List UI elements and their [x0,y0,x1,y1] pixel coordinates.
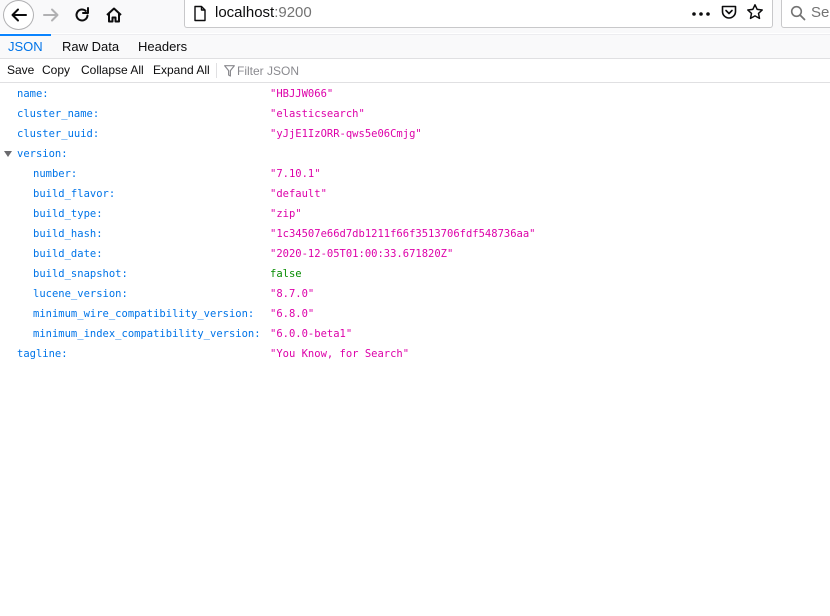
forward-arrow-icon [43,8,59,22]
json-key: number: [33,168,78,180]
json-key: build_flavor: [33,188,116,200]
json-row[interactable]: cluster_name: "elasticsearch" [0,104,830,124]
toolbar-divider [216,63,217,78]
json-tree: name: "HBJJW066" cluster_name: "elasticsear… [0,84,830,364]
browser-toolbar: localhost:9200 Search [0,0,830,33]
tab-headers[interactable]: Headers [138,35,187,59]
json-key: build_snapshot: [33,268,128,280]
json-row[interactable]: minimum_index_compatibility_version: "6.0… [0,324,830,344]
expand-twisty-icon[interactable] [4,151,12,157]
json-key: cluster_name: [17,108,100,120]
tab-json[interactable]: JSON [0,34,51,59]
json-row[interactable]: number: "7.10.1" [0,164,830,184]
json-value: false [270,268,302,280]
json-key: build_type: [33,208,103,220]
home-icon [106,7,122,23]
forward-button[interactable] [37,1,65,29]
json-row[interactable]: lucene_version: "8.7.0" [0,284,830,304]
json-value: "8.7.0" [270,288,315,300]
reload-button[interactable] [68,1,96,29]
json-key: minimum_index_compatibility_version: [33,328,261,340]
search-placeholder: Search [811,4,830,21]
json-row[interactable]: version: [0,144,830,164]
page-actions-icon [692,12,710,16]
json-key: minimum_wire_compatibility_version: [33,308,255,320]
back-button[interactable] [3,0,34,30]
json-key: lucene_version: [33,288,128,300]
page-actions-button[interactable] [690,4,712,24]
json-key: tagline: [17,348,68,360]
json-row[interactable]: build_date: "2020-12-05T01:00:33.671820Z" [0,244,830,264]
expand-all-button[interactable]: Expand All [153,59,210,82]
search-bar[interactable]: Search [781,0,830,28]
json-value: "7.10.1" [270,168,321,180]
url-text[interactable]: localhost:9200 [215,4,312,22]
json-value: "zip" [270,208,302,220]
json-row[interactable]: tagline: "You Know, for Search" [0,344,830,364]
json-row[interactable]: build_flavor: "default" [0,184,830,204]
url-bar[interactable]: localhost:9200 [184,0,773,28]
json-value: "HBJJW066" [270,88,334,100]
home-button[interactable] [100,1,128,29]
json-key: name: [17,88,49,100]
reload-icon [75,7,89,22]
json-row[interactable]: build_snapshot: false [0,264,830,284]
bookmark-star-icon[interactable] [746,3,764,21]
back-arrow-icon [11,8,27,22]
tab-raw-data[interactable]: Raw Data [62,35,119,59]
json-row[interactable]: build_type: "zip" [0,204,830,224]
search-icon [790,5,806,21]
filter-icon [224,65,235,77]
json-row[interactable]: cluster_uuid: "yJjE1IzORR-qws5e06Cmjg" [0,124,830,144]
collapse-all-button[interactable]: Collapse All [81,59,144,82]
json-key: build_date: [33,248,103,260]
json-value: "default" [270,188,327,200]
json-row[interactable]: minimum_wire_compatibility_version: "6.8.… [0,304,830,324]
url-host: localhost [215,4,275,21]
filter-json-input[interactable] [237,62,437,79]
json-value: "You Know, for Search" [270,348,410,360]
json-value: "2020-12-05T01:00:33.671820Z" [270,248,454,260]
json-value: "elasticsearch" [270,108,365,120]
page-info-icon[interactable] [192,5,208,22]
viewer-tabs: JSON Raw Data Headers [0,34,830,59]
json-value: "yJjE1IzORR-qws5e06Cmjg" [270,128,422,140]
json-row[interactable]: build_hash: "1c34507e66d7db1211f66f351370… [0,224,830,244]
copy-button[interactable]: Copy [42,59,70,82]
json-key: build_hash: [33,228,103,240]
pocket-icon[interactable] [720,3,738,21]
json-key: cluster_uuid: [17,128,100,140]
json-row[interactable]: name: "HBJJW066" [0,84,830,104]
json-key: version: [17,148,68,160]
json-toolbar: Save Copy Collapse All Expand All [0,59,830,83]
save-button[interactable]: Save [7,59,34,82]
url-port: :9200 [274,4,312,21]
json-value: "6.8.0" [270,308,315,320]
json-value: "1c34507e66d7db1211f66f3513706fdf548736a… [270,228,536,240]
json-value: "6.0.0-beta1" [270,328,353,340]
